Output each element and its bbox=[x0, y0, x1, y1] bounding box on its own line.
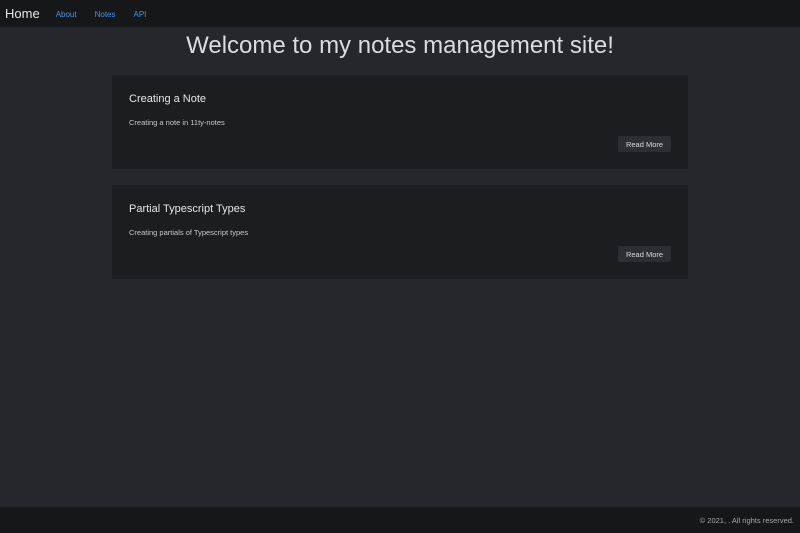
note-card: Creating a Note Creating a note in 11ty-… bbox=[112, 75, 688, 169]
read-more-button[interactable]: Read More bbox=[618, 246, 671, 262]
nav-link-notes[interactable]: Notes bbox=[95, 10, 116, 19]
home-link[interactable]: Home bbox=[5, 6, 40, 21]
note-card-description: Creating a note in 11ty-notes bbox=[129, 118, 225, 127]
footer: © 2021, . All rights reserved. bbox=[0, 507, 800, 533]
note-card: Partial Typescript Types Creating partia… bbox=[112, 185, 688, 279]
read-more-button[interactable]: Read More bbox=[618, 136, 671, 152]
nav-link-api[interactable]: API bbox=[134, 10, 147, 19]
nav-link-about[interactable]: About bbox=[56, 10, 77, 19]
note-card-title: Partial Typescript Types bbox=[129, 203, 246, 215]
top-navbar: Home About Notes API bbox=[0, 0, 800, 27]
copyright-text: © 2021, . All rights reserved. bbox=[699, 515, 794, 525]
page-title: Welcome to my notes management site! bbox=[186, 32, 614, 59]
note-card-title: Creating a Note bbox=[129, 93, 207, 105]
note-card-description: Creating partials of Typescript types bbox=[129, 228, 249, 237]
